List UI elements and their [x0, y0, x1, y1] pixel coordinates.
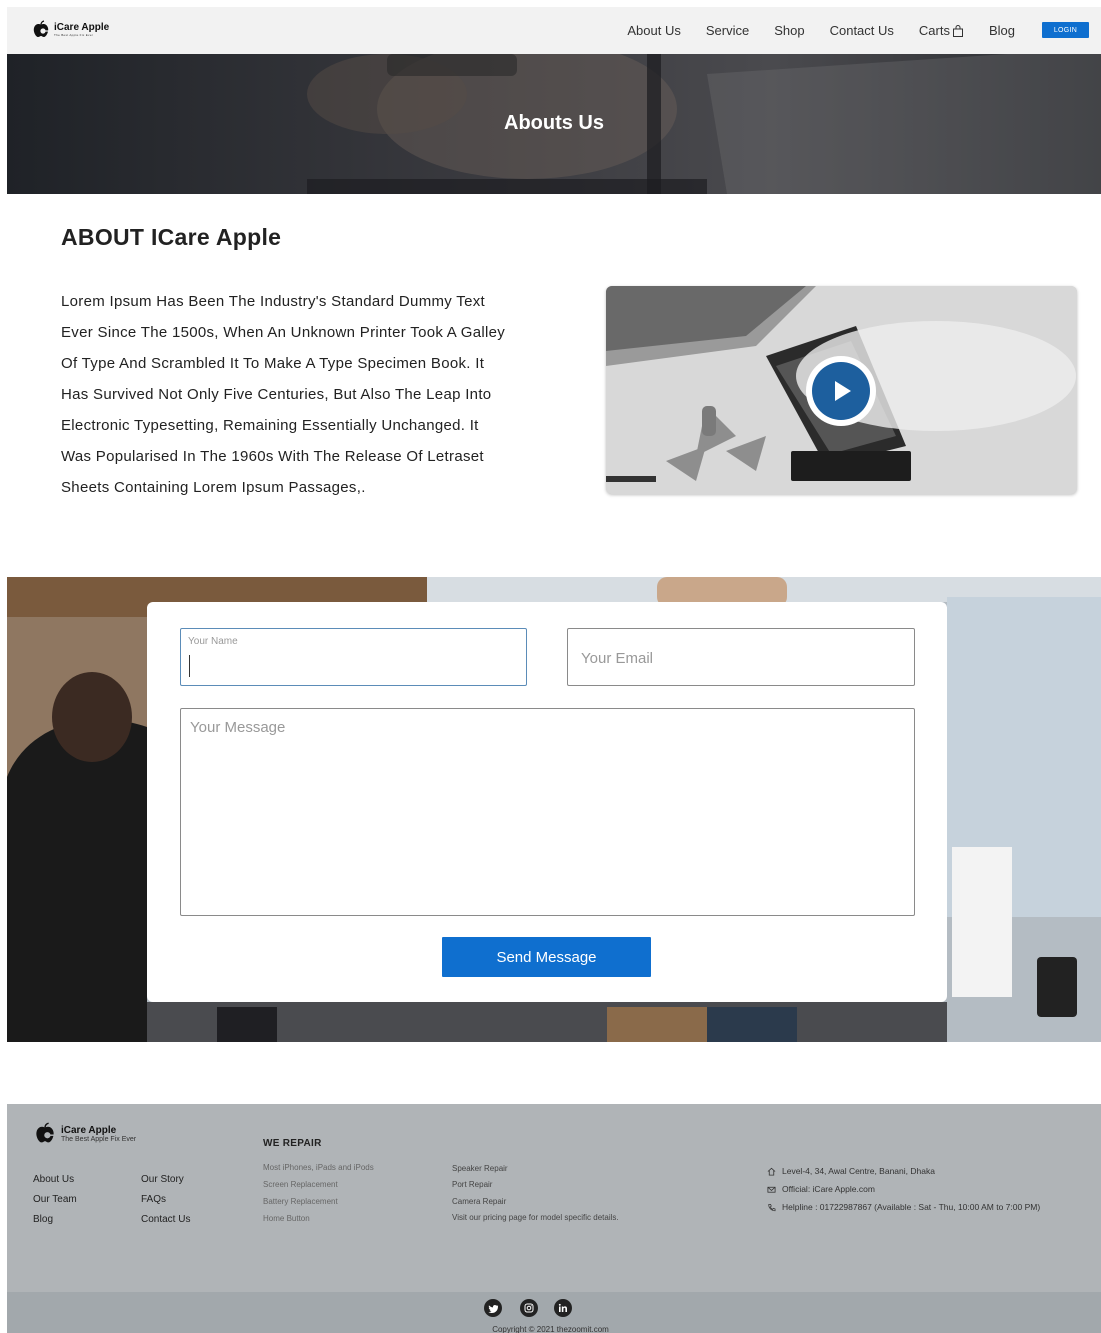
- repair-link-devices[interactable]: Most iPhones, iPads and iPods: [263, 1163, 374, 1172]
- repair-link-speaker[interactable]: Speaker Repair: [452, 1164, 508, 1173]
- email-placeholder: Your Email: [581, 650, 653, 667]
- footer-link-contact-us[interactable]: Contact Us: [141, 1214, 190, 1225]
- repair-link-screen[interactable]: Screen Replacement: [263, 1180, 338, 1189]
- instagram-link[interactable]: [520, 1299, 538, 1317]
- nav-contact-us[interactable]: Contact Us: [830, 23, 894, 38]
- copyright-text: Copyright © 2021 thezoomit.com: [492, 1325, 609, 1333]
- twitter-link[interactable]: [484, 1299, 502, 1317]
- footer-link-about-us[interactable]: About Us: [33, 1174, 74, 1185]
- nav-about-us[interactable]: About Us: [627, 23, 680, 38]
- brand-name: iCare Apple: [54, 22, 110, 33]
- footer-link-blog[interactable]: Blog: [33, 1214, 53, 1225]
- mail-icon: [767, 1186, 776, 1193]
- footer-address: Level-4, 34, Awal Centre, Banani, Dhaka: [767, 1166, 935, 1176]
- play-icon: [835, 381, 851, 401]
- linkedin-link[interactable]: [554, 1299, 572, 1317]
- play-video-button[interactable]: [806, 356, 876, 426]
- footer-brand-name: iCare Apple: [61, 1124, 117, 1136]
- linkedin-icon: [558, 1303, 567, 1312]
- message-placeholder: Your Message: [190, 719, 286, 736]
- nav-carts-label: Carts: [918, 23, 950, 38]
- hero-title: Abouts Us: [504, 112, 604, 134]
- instagram-icon: [524, 1303, 534, 1313]
- text-cursor: [189, 655, 190, 677]
- hero-banner: Abouts Us: [7, 54, 1101, 194]
- footer-address-text: Level-4, 34, Awal Centre, Banani, Dhaka: [782, 1166, 935, 1176]
- footer-link-our-team[interactable]: Our Team: [33, 1194, 77, 1205]
- nav-carts[interactable]: Carts: [919, 23, 964, 38]
- cart-icon: [952, 24, 963, 37]
- main-nav: About Us Service Shop Contact Us Carts B…: [602, 23, 1015, 38]
- footer: [7, 1104, 1101, 1292]
- repair-link-battery[interactable]: Battery Replacement: [263, 1197, 338, 1206]
- message-field[interactable]: Your Message: [180, 708, 915, 916]
- apple-logo-icon: [33, 20, 49, 37]
- we-repair-heading: WE REPAIR: [263, 1138, 322, 1149]
- navbar: iCare Apple The Best Apple Fix Ever Abou…: [7, 7, 1101, 54]
- email-field[interactable]: Your Email: [567, 628, 915, 686]
- footer-brand-tagline: The Best Apple Fix Ever: [61, 1135, 137, 1143]
- footer-email: Official: iCare Apple.com: [767, 1184, 875, 1194]
- footer-helpline-text: Helpline : 01722987867 (Available : Sat …: [782, 1202, 1041, 1212]
- footer-brand[interactable]: iCare Apple The Best Apple Fix Ever: [33, 1122, 136, 1146]
- nav-blog[interactable]: Blog: [989, 23, 1015, 38]
- about-paragraph: Lorem Ipsum Has Been The Industry's Stan…: [61, 293, 506, 496]
- phone-icon: [768, 1203, 776, 1211]
- name-field[interactable]: Your Name: [180, 628, 527, 686]
- nav-service[interactable]: Service: [706, 23, 749, 38]
- name-field-label: Your Name: [188, 636, 238, 647]
- repair-link-camera[interactable]: Camera Repair: [452, 1197, 506, 1206]
- about-heading: ABOUT ICare Apple: [61, 224, 282, 250]
- send-message-button[interactable]: Send Message: [442, 937, 651, 977]
- nav-shop[interactable]: Shop: [774, 23, 804, 38]
- pricing-page-link[interactable]: Visit our pricing page for model specifi…: [452, 1213, 619, 1222]
- repair-link-home-button[interactable]: Home Button: [263, 1214, 310, 1223]
- login-button[interactable]: LOGIN: [1042, 22, 1089, 38]
- footer-link-faqs[interactable]: FAQs: [141, 1194, 166, 1205]
- repair-link-port[interactable]: Port Repair: [452, 1180, 492, 1189]
- twitter-icon: [487, 1304, 498, 1313]
- home-icon: [767, 1167, 776, 1176]
- brand-tagline: The Best Apple Fix Ever: [54, 33, 94, 37]
- apple-logo-icon: [36, 1122, 55, 1143]
- footer-link-our-story[interactable]: Our Story: [141, 1174, 184, 1185]
- brand-logo-link[interactable]: iCare Apple The Best Apple Fix Ever: [31, 20, 109, 40]
- footer-helpline: Helpline : 01722987867 (Available : Sat …: [767, 1202, 1040, 1212]
- footer-email-text: Official: iCare Apple.com: [782, 1184, 875, 1194]
